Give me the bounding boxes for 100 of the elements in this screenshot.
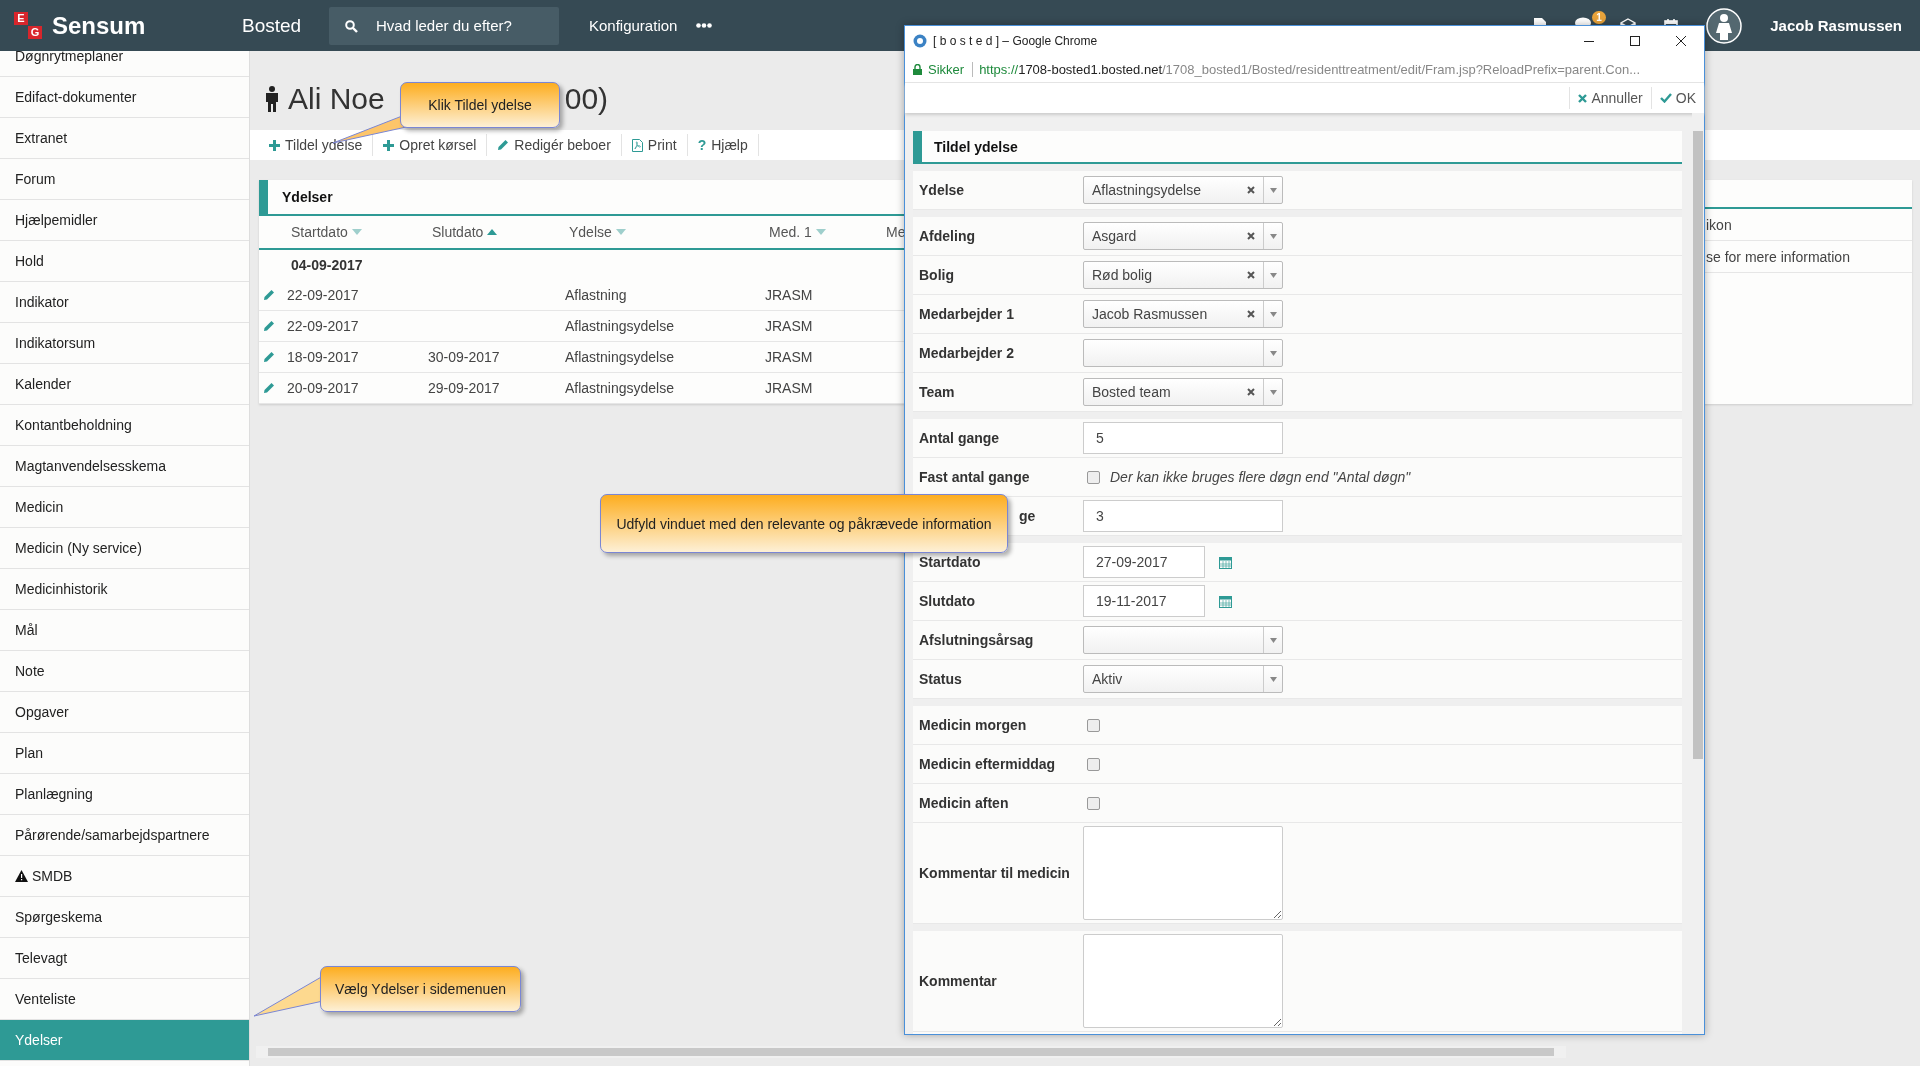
column-header[interactable]: Startdato [291,224,432,240]
sidebar-item[interactable]: Indikator [0,282,249,323]
field-label: Ydelse [918,182,966,198]
dropdown[interactable]: Jacob Rasmussen [1083,300,1283,328]
callout: Klik Tildel ydelse [400,82,560,128]
dropdown[interactable]: Asgard [1083,222,1283,250]
cancel-button[interactable]: Annuller [1569,87,1651,109]
sidebar-item[interactable]: Plan [0,733,249,774]
close-icon [1676,36,1686,46]
sidebar-item[interactable]: Medicin (Ny service) [0,528,249,569]
sidebar-item[interactable]: Magtanvendelsesskema [0,446,249,487]
sidebar-item[interactable]: SMDB [0,856,249,897]
minimize-icon [1584,40,1594,42]
column-header[interactable]: Slutdato [432,224,569,240]
check-icon [1659,93,1672,103]
dropdown[interactable]: Aktiv [1083,665,1283,693]
form-title: Tildel ydelse [934,138,1018,155]
sidebar-item[interactable]: Opgaver [0,692,249,733]
vertical-scrollbar[interactable] [1692,113,1704,1034]
panel-title: Ydelser [282,189,333,205]
sidebar-item[interactable]: Planlægning [0,774,249,815]
pencil-icon [497,139,510,151]
sidebar-item[interactable]: Hjælpemidler [0,200,249,241]
checkbox[interactable] [1087,470,1100,484]
plus-icon [269,139,280,151]
sidebar-item[interactable]: Medicin [0,487,249,528]
dropdown[interactable]: Bosted team [1083,378,1283,406]
clear-icon[interactable] [1247,310,1255,318]
menu-link[interactable]: Konfiguration [589,17,696,34]
sidebar-item[interactable]: Forum [0,159,249,200]
sidebar-item[interactable]: Indikatorsum [0,323,249,364]
field-label: Antal gange [918,430,1001,446]
checkbox[interactable] [1087,796,1100,810]
avatar-icon[interactable] [1706,7,1743,44]
text-area[interactable] [1083,826,1283,920]
table-cell-text: Aflastning [565,287,628,303]
pencil-icon [263,382,275,394]
calendar-icon[interactable] [1219,594,1232,608]
clear-icon[interactable] [1247,232,1255,240]
field-label: Startdato [918,554,982,570]
sidebar-item[interactable]: Mål [0,610,249,651]
toolbar-button[interactable]: Redigér beboer [487,134,622,156]
address-field[interactable]: https://1708-bosted1.bosted.net/1708_bosted1/Bosted/residenttreatment/edit/Fram.jsp?ReloadPrefix=parent.Con... [979,61,1641,77]
sidebar-item[interactable]: Medicinhistorik [0,569,249,610]
brand-name: Sensum [52,11,147,40]
caret-icon [1269,637,1277,643]
field-label: Medarbejder 1 [918,306,1015,322]
checkbox[interactable] [1087,757,1100,771]
column-header[interactable]: Med. 1 [769,224,886,240]
dropdown[interactable]: Aflastningsydelse [1083,176,1283,204]
date-field[interactable]: 27-09-2017 [1083,546,1205,578]
field-label: ge [1019,508,1037,524]
dropdown[interactable]: Rød bolig [1083,261,1283,289]
calendar-icon[interactable] [1219,555,1232,569]
window-title: [ b o s t e d ] – Google Chrome [933,34,1098,48]
checkbox[interactable] [1087,718,1100,732]
field-label: Afdeling [918,228,976,244]
date-field[interactable]: 19-11-2017 [1083,585,1205,617]
sidebar-item[interactable]: Extranet [0,118,249,159]
search-field[interactable]: Hvad leder du efter? [329,6,559,45]
sidebar-item[interactable]: Døgnrytmeplaner [0,51,249,77]
input-field[interactable]: 3 [1083,500,1283,532]
clear-icon[interactable] [1247,186,1255,194]
sidebar-item[interactable]: Kalender [0,364,249,405]
pencil-icon [263,351,275,363]
group-date: 04-09-2017 [291,257,363,273]
dropdown[interactable] [1083,626,1283,654]
toolbar-button[interactable]: Print [621,134,688,156]
clear-icon[interactable] [1247,271,1255,279]
sidebar-item[interactable]: Note [0,651,249,692]
sidebar-item[interactable]: Hold [0,241,249,282]
sidebar-item[interactable]: Edifact-dokumenter [0,77,249,118]
sidebar-item[interactable]: Kontantbeholdning [0,405,249,446]
caret-icon [1269,389,1277,395]
table-cell-text: 20-09-2017 [287,380,360,396]
field-label: Fast antal gange [918,469,1031,485]
field-label: Slutdato [918,593,976,609]
column-header[interactable]: Ydelse [569,224,769,240]
page-title: 00) [564,82,609,116]
text-area[interactable] [1083,934,1283,1028]
user-name[interactable]: Jacob Rasmussen [1770,17,1902,34]
sidebar-item[interactable]: Televagt [0,938,249,979]
table-cell-text: Aflastningsydelse [565,380,675,396]
info-text: se for mere information [1706,248,1850,265]
more-icon[interactable] [696,23,712,28]
input-field[interactable]: 5 [1083,422,1283,454]
hint-text: Der kan ikke bruges flere døgn end "Antal døgn" [1110,469,1411,485]
table-cell-text: JRASM [765,349,814,365]
toolbar-button[interactable]: ? Hjælp [687,134,759,156]
horizontal-scrollbar[interactable] [256,1046,1566,1058]
field-label: Kommentar [918,973,998,989]
sidebar-item[interactable]: Pårørende/samarbejdspartnere [0,815,249,856]
dropdown[interactable] [1083,339,1283,367]
caret-icon [1269,350,1277,356]
caret-icon [1269,187,1277,193]
table-cell-text: 22-09-2017 [287,287,360,303]
clear-icon[interactable] [1247,388,1255,396]
ok-button[interactable]: OK [1650,87,1704,109]
module-link[interactable]: Bosted [242,14,329,37]
sidebar-item[interactable]: Spørgeskema [0,897,249,938]
